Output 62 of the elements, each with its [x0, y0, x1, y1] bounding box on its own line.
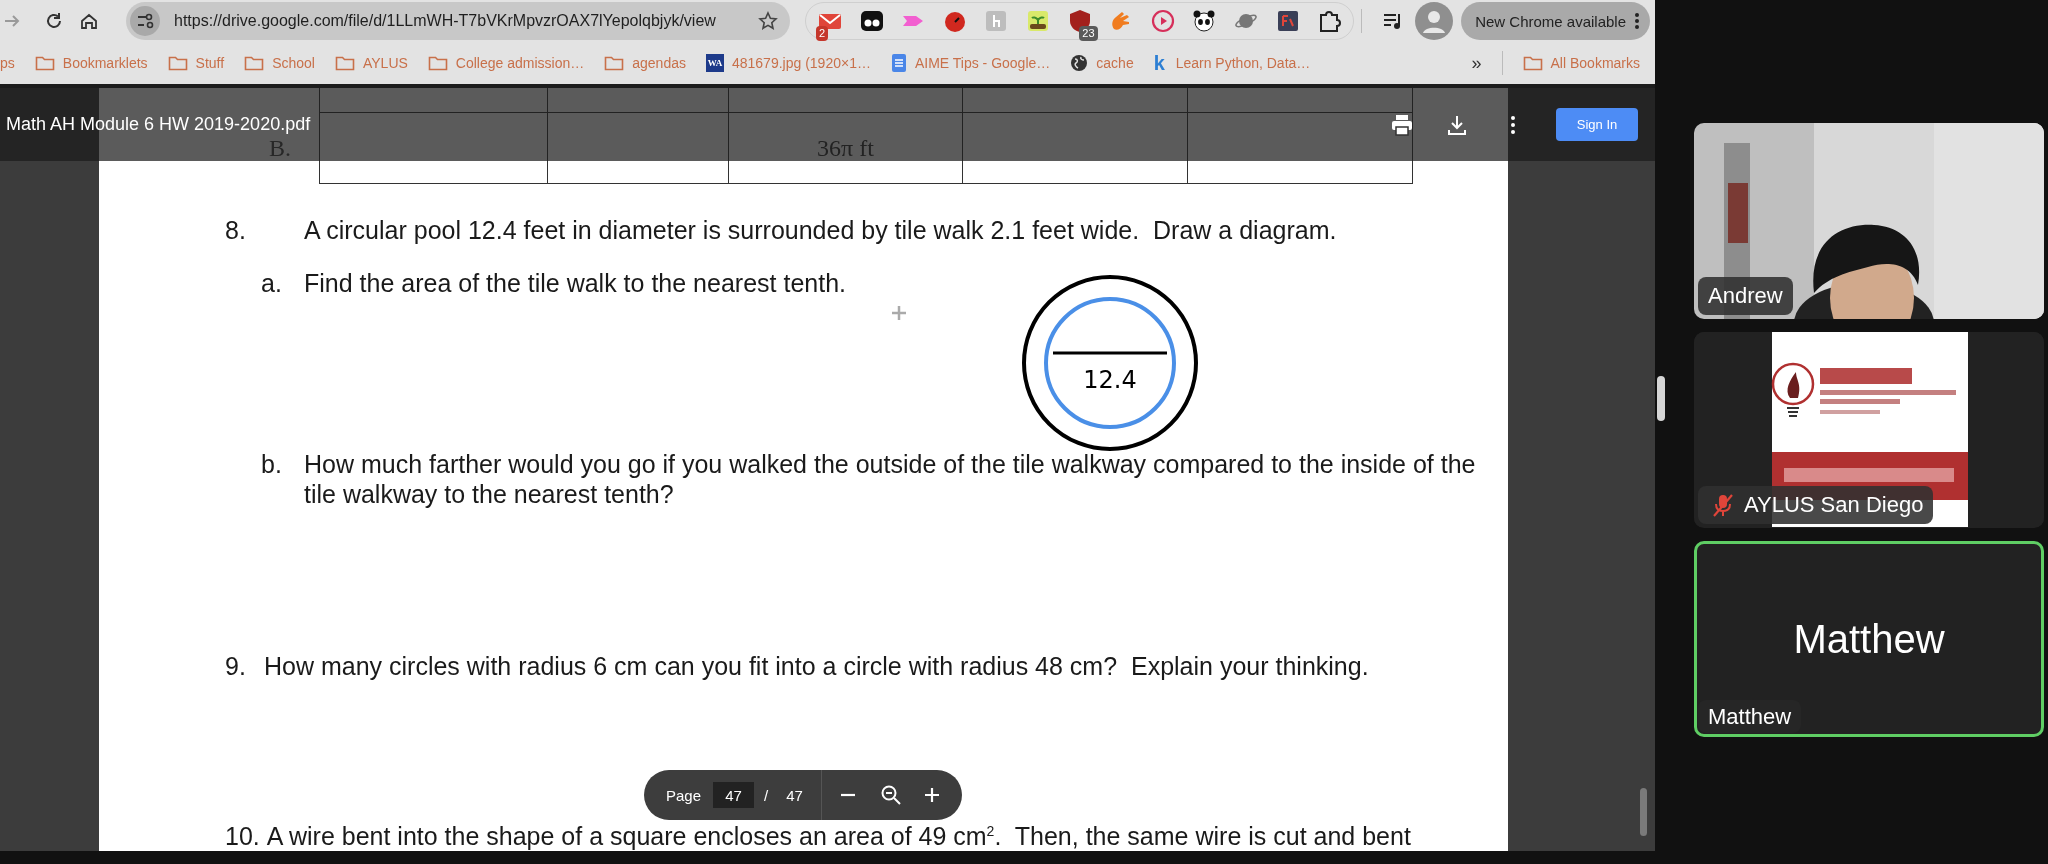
scroll-thumb[interactable]: [1640, 788, 1647, 836]
participant-name: AYLUS San Diego: [1744, 492, 1924, 518]
star-icon[interactable]: [758, 11, 778, 31]
app-icon[interactable]: [1275, 9, 1300, 33]
resize-handle[interactable]: [1657, 376, 1665, 421]
bookmark[interactable]: AIME Tips - Google…: [890, 53, 1051, 73]
participant-name: Matthew: [1793, 616, 1945, 663]
page-label: Page: [666, 786, 702, 804]
bookmark[interactable]: WA 481679.jpg (1920×1…: [705, 54, 871, 72]
bookmark[interactable]: College admission…: [427, 53, 585, 73]
bookmark[interactable]: All Bookmarks: [1522, 53, 1640, 73]
site-icon: k: [1153, 51, 1168, 75]
update-button[interactable]: New Chrome available: [1461, 2, 1651, 40]
question-text: A circular pool 12.4 feet in diameter is surrounded by tile walk 2.1 feet wide. Draw a diagram.: [304, 215, 1337, 245]
mask-icon[interactable]: [859, 9, 884, 33]
mic-off-icon: [1712, 492, 1734, 518]
sign-in-button[interactable]: Sign In: [1556, 108, 1638, 141]
question-number: 9.: [225, 651, 247, 681]
question-text: Find the area of the tile walk to the nearest tenth.: [304, 268, 847, 298]
url-text[interactable]: https://drive.google.com/file/d/1LLmWH-T7bVKrMpvzrOAX7lYepolqbjyk/view: [174, 12, 758, 30]
question-text: A wire bent into the shape of a square encloses an area of 49 cm$^{2}$. Then, the same wire is cut and bent: [266, 821, 1411, 851]
file-title: Math AH Module 6 HW 2019-2020.pdf: [6, 114, 311, 135]
page-number-field[interactable]: 47: [713, 782, 755, 808]
address-bar[interactable]: https://drive.google.com/file/d/1LLmWH-T7bVKrMpvzrOAX7lYepolqbjyk/view: [126, 2, 790, 40]
zoom-icon[interactable]: [879, 784, 902, 806]
reload-icon[interactable]: [44, 11, 64, 31]
notification-badge: 2: [816, 26, 829, 41]
bookmark[interactable]: Stuff: [167, 53, 225, 73]
document-icon: [890, 53, 907, 73]
globe-icon: [1070, 54, 1089, 72]
bookmark[interactable]: ps: [0, 55, 15, 71]
diameter-label: 12.4: [1083, 366, 1137, 394]
question-number: b.: [261, 449, 283, 480]
question-number: a.: [261, 268, 283, 298]
cursor-icon: [891, 305, 907, 321]
home-icon[interactable]: [79, 11, 99, 31]
question-number: 10.: [225, 821, 261, 851]
print-icon[interactable]: [1390, 112, 1414, 137]
timer-icon[interactable]: [942, 9, 967, 33]
page-count: 47: [786, 786, 803, 804]
bookmark[interactable]: agendas: [604, 53, 686, 73]
question-text: How much farther would you go if you walked the outside of the tile walkway compared to the inside of the tile walkway to the nearest tenth?: [304, 449, 1477, 509]
bookmark[interactable]: cache: [1070, 54, 1134, 72]
question-number: 8.: [225, 215, 247, 245]
bookmark[interactable]: Bookmarklets: [34, 53, 148, 73]
page-separator: /: [764, 786, 769, 804]
avatar-icon[interactable]: [1415, 2, 1454, 40]
participant-name: Andrew: [1708, 283, 1783, 309]
overflow-button[interactable]: »: [1471, 52, 1482, 74]
participant-name: Matthew: [1708, 703, 1792, 730]
site-settings-icon[interactable]: [130, 6, 160, 36]
puzzle-icon[interactable]: [1317, 9, 1342, 33]
bookmark[interactable]: AYLUS: [334, 53, 408, 73]
bookmark[interactable]: School: [244, 53, 315, 73]
question-text: How many circles with radius 6 cm can you fit into a circle with radius 48 cm? Explain your thinking.: [264, 651, 1369, 681]
site-icon: WA: [705, 54, 724, 72]
count-badge: 23: [1079, 26, 1098, 41]
plant-icon[interactable]: [1025, 9, 1050, 33]
tile-icon[interactable]: [984, 9, 1009, 33]
play-icon[interactable]: [1150, 9, 1175, 33]
panda-icon[interactable]: [1192, 9, 1217, 33]
bookmark[interactable]: k Learn Python, Data…: [1153, 51, 1311, 75]
